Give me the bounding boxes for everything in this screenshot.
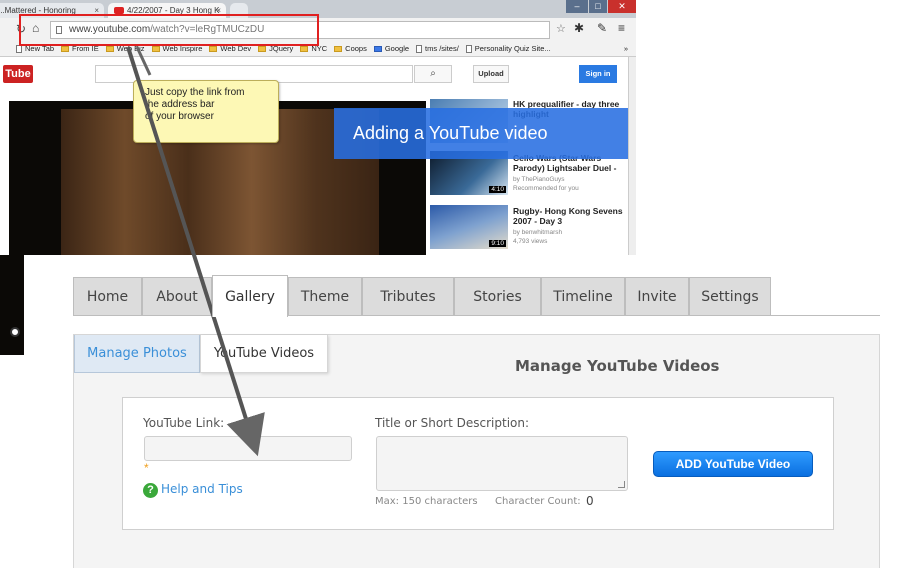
arrow-to-callout (135, 46, 152, 76)
tab-gallery[interactable]: Gallery (212, 275, 288, 317)
arrow-to-input (126, 46, 265, 457)
pointer-arrow (126, 46, 265, 457)
